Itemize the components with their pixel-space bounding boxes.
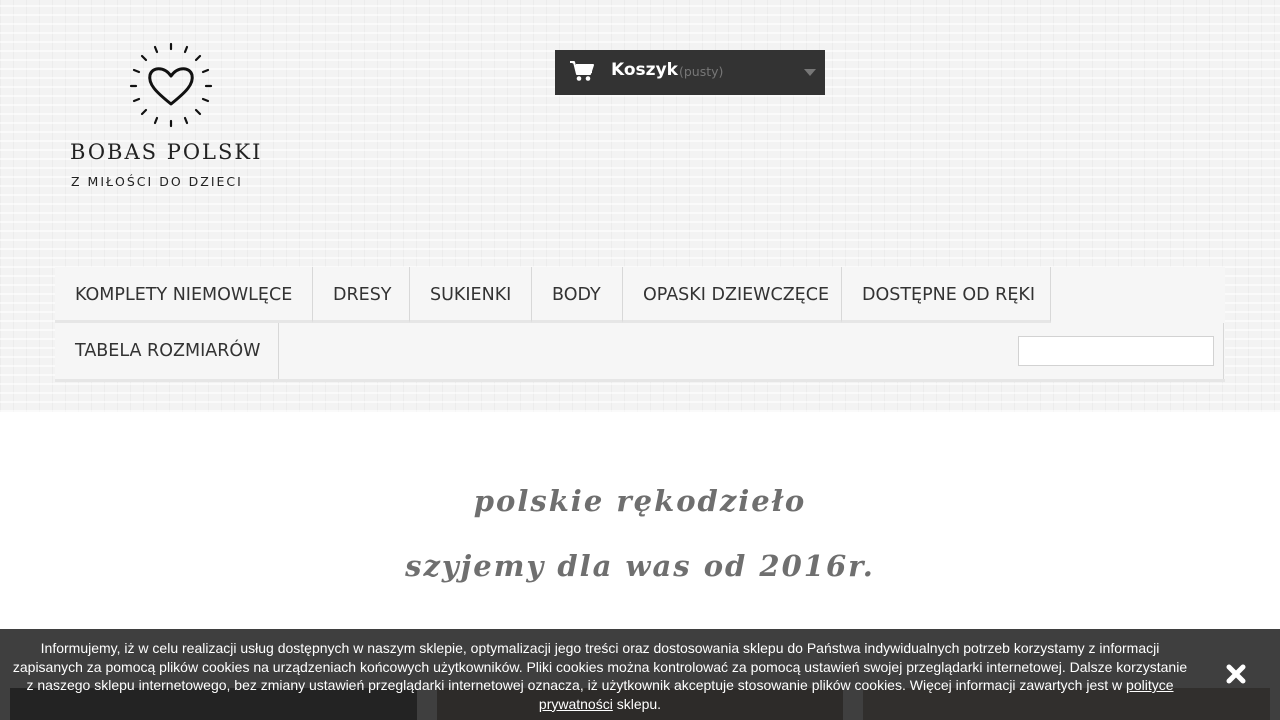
cart-label: Koszyk (611, 60, 678, 80)
menu-item-sukienki[interactable]: SUKIENKI (410, 267, 532, 323)
search-input[interactable] (1018, 336, 1214, 366)
tagline-since: szyjemy dla was od 2016r. (405, 549, 875, 583)
logo-subtitle: Z MIŁOŚCI DO DZIECI (71, 174, 243, 189)
menu-item-tabela-rozmiarow[interactable]: TABELA ROZMIARÓW (55, 323, 279, 379)
shopping-cart-icon (570, 61, 594, 81)
cookie-text: Informujemy, iż w celu realizacji usług … (12, 640, 1188, 693)
cookie-message: Informujemy, iż w celu realizacji usług … (8, 639, 1192, 713)
cookie-suffix: sklepu. (612, 695, 662, 712)
logo-title: BOBAS POLSKI (70, 140, 263, 164)
cart-button[interactable]: Koszyk (pusty) (555, 50, 825, 95)
chevron-down-icon (804, 69, 816, 76)
tagline-handmade: polskie rękodzieło (473, 484, 807, 518)
cookie-banner: Informujemy, iż w celu realizacji usług … (0, 629, 1280, 720)
menu-item-opaski-dziewczece[interactable]: OPASKI DZIEWCZĘCE (623, 267, 842, 323)
main-menu: KOMPLETY NIEMOWLĘCE DRESY SUKIENKI BODY … (55, 267, 1225, 382)
menu-item-dresy[interactable]: DRESY (313, 267, 410, 323)
store-logo[interactable]: BOBAS POLSKI Z MIŁOŚCI DO DZIECI (62, 36, 276, 196)
cart-status: (pusty) (679, 64, 724, 79)
heart-sun-icon (129, 42, 213, 128)
menu-divider (1223, 323, 1224, 379)
close-icon[interactable] (1224, 662, 1248, 686)
menu-item-dostepne-od-reki[interactable]: DOSTĘPNE OD RĘKI (842, 267, 1051, 323)
menu-item-komplety-niemowlece[interactable]: KOMPLETY NIEMOWLĘCE (55, 267, 313, 323)
menu-item-body[interactable]: BODY (532, 267, 623, 323)
